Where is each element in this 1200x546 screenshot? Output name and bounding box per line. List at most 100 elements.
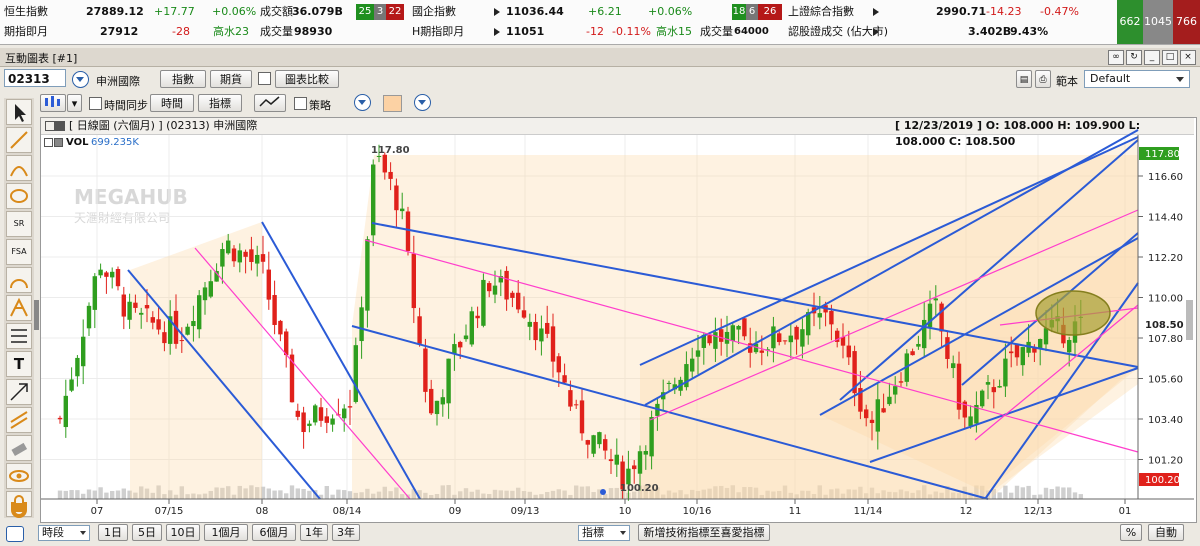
candle-body bbox=[1067, 339, 1072, 353]
candle-body bbox=[898, 381, 904, 383]
candle-body bbox=[777, 333, 782, 343]
volume-bar bbox=[1055, 486, 1060, 499]
volume-bar bbox=[1014, 485, 1020, 499]
candle-body bbox=[156, 319, 161, 330]
range-6m-button[interactable]: 6個月 bbox=[252, 524, 296, 541]
range-5d-button[interactable]: 5日 bbox=[132, 524, 162, 541]
candle-body bbox=[759, 350, 764, 353]
panel-splitter-handle[interactable] bbox=[34, 300, 39, 330]
x-axis-label: 09 bbox=[449, 506, 462, 517]
candle-body bbox=[144, 305, 150, 309]
volume-bar bbox=[1043, 487, 1049, 499]
candle-body bbox=[893, 386, 898, 395]
candle-body bbox=[632, 465, 637, 470]
candle-body bbox=[388, 171, 393, 179]
candle-body bbox=[556, 356, 561, 373]
price-chart[interactable]: MEGAHUB 天滙財經有限公司 117.80 100.20 116.60 114… bbox=[0, 0, 1200, 546]
candle-body bbox=[788, 335, 793, 343]
y-axis-label: 112.20 bbox=[1148, 253, 1183, 264]
candle-body bbox=[295, 410, 300, 417]
candle-body bbox=[284, 331, 289, 356]
volume-bar bbox=[1020, 487, 1025, 499]
candle-body bbox=[539, 328, 544, 342]
candle-body bbox=[910, 351, 915, 356]
candle-body bbox=[162, 332, 167, 344]
candle-body bbox=[626, 468, 631, 485]
candle-body bbox=[730, 325, 735, 342]
y-axis-label: 105.60 bbox=[1148, 375, 1183, 386]
candle-body bbox=[690, 358, 695, 372]
candle-body bbox=[666, 382, 672, 384]
percent-scale-button[interactable]: % bbox=[1120, 524, 1142, 541]
candle-body bbox=[307, 423, 312, 426]
range-10d-button[interactable]: 10日 bbox=[166, 524, 200, 541]
candle-body bbox=[597, 432, 602, 445]
volume-bar bbox=[278, 490, 283, 499]
volume-bar bbox=[295, 488, 300, 499]
watermark-logo: MEGAHUB bbox=[74, 185, 188, 209]
range-1m-button[interactable]: 1個月 bbox=[204, 524, 248, 541]
period-select[interactable]: 時段 bbox=[38, 525, 90, 541]
x-axis-label: 01 bbox=[1119, 506, 1132, 517]
candle-body bbox=[545, 322, 550, 334]
range-slider-icon[interactable] bbox=[6, 526, 24, 542]
candle-body bbox=[527, 321, 532, 327]
candle-body bbox=[481, 279, 486, 326]
x-axis-label: 12 bbox=[960, 506, 973, 517]
candle-body bbox=[707, 335, 712, 344]
add-favorite-indicator-button[interactable]: 新增技術指標至喜愛指標 bbox=[638, 524, 770, 541]
candle-body bbox=[985, 382, 991, 385]
volume-bar bbox=[1003, 485, 1008, 499]
volume-bar bbox=[86, 489, 92, 499]
candle-body bbox=[719, 329, 724, 342]
candle-body bbox=[916, 343, 921, 347]
candle-body bbox=[574, 404, 579, 406]
x-axis-label: 07/15 bbox=[155, 506, 184, 517]
candle-body bbox=[301, 412, 306, 433]
candle-body bbox=[272, 295, 277, 325]
candle-body bbox=[98, 269, 103, 276]
candle-body bbox=[608, 459, 614, 462]
candle-body bbox=[81, 336, 86, 367]
candle-body bbox=[504, 270, 509, 300]
range-1d-button[interactable]: 1日 bbox=[98, 524, 128, 541]
candle-body bbox=[371, 164, 376, 236]
candle-body bbox=[57, 417, 63, 420]
x-axis-label: 12/13 bbox=[1024, 506, 1053, 517]
candle-body bbox=[603, 439, 608, 451]
volume-bar bbox=[110, 490, 115, 499]
candle-body bbox=[226, 240, 231, 254]
candle-body bbox=[69, 379, 74, 391]
candle-body bbox=[110, 271, 115, 278]
candle-body bbox=[179, 340, 184, 342]
watermark-company: 天滙財經有限公司 bbox=[74, 210, 170, 225]
volume-bar bbox=[289, 485, 295, 499]
candle-body bbox=[562, 375, 567, 383]
volume-bar bbox=[57, 490, 63, 499]
volume-bar bbox=[81, 493, 86, 499]
candle-body bbox=[736, 325, 741, 330]
indicator-select[interactable]: 指標 bbox=[578, 525, 630, 541]
x-axis-label: 08 bbox=[256, 506, 269, 517]
auto-scale-button[interactable]: 自動 bbox=[1148, 524, 1184, 541]
low-price-label: 100.20 bbox=[620, 483, 659, 494]
candle-body bbox=[585, 440, 590, 445]
candle-body bbox=[150, 317, 155, 323]
range-1y-button[interactable]: 1年 bbox=[300, 524, 328, 541]
volume-bar bbox=[272, 490, 277, 499]
candle-body bbox=[417, 316, 422, 344]
range-3y-button[interactable]: 3年 bbox=[332, 524, 360, 541]
x-axis-label: 07 bbox=[91, 506, 104, 517]
candle-body bbox=[359, 307, 364, 342]
candle-body bbox=[637, 451, 643, 474]
volume-bar bbox=[121, 488, 126, 499]
volume-bar bbox=[92, 490, 97, 499]
candle-body bbox=[1009, 351, 1014, 354]
candle-body bbox=[463, 335, 469, 340]
candle-body bbox=[237, 250, 242, 263]
candle-body bbox=[487, 283, 492, 292]
candle-body bbox=[887, 396, 892, 405]
chart-scrollbar[interactable] bbox=[1186, 300, 1193, 340]
y-axis-label: 101.20 bbox=[1148, 456, 1183, 467]
candle-body bbox=[800, 329, 805, 347]
